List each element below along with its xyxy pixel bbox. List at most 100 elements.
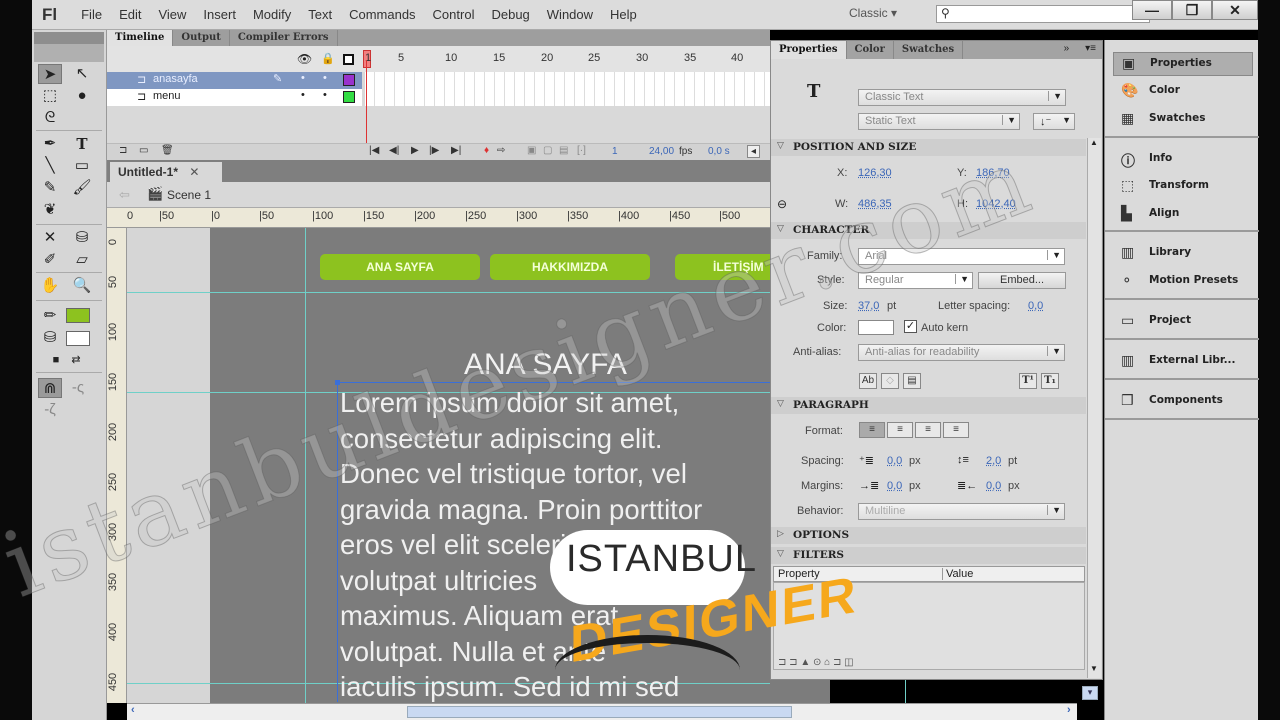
letter-spacing-value[interactable]: 0,0 [1028, 300, 1043, 312]
pencil-tool-icon[interactable]: ✎ [38, 178, 62, 198]
lock-icon[interactable]: 🔒 [321, 52, 335, 65]
section-position-size[interactable]: ▽ POSITION AND SIZE [771, 139, 1086, 156]
text-box-handle[interactable] [335, 380, 340, 385]
layer-frames-anasayfa[interactable] [365, 72, 770, 89]
properties-scrollbar[interactable]: ▲ ▼ [1087, 138, 1101, 678]
menu-view[interactable]: View [158, 7, 186, 22]
filter-toolbar-icons[interactable]: ⊐ ⊐ ▲ ⊙ ⌂ ⊐ ◫ [778, 657, 854, 668]
align-justify-icon[interactable]: ≡ [943, 422, 969, 438]
section-character[interactable]: ▽ CHARACTER [771, 222, 1086, 239]
scroll-left-arrow-icon[interactable]: ‹ [131, 704, 135, 716]
workspace-switcher[interactable]: Classic ▾ [849, 6, 897, 20]
menu-modify[interactable]: Modify [253, 7, 291, 22]
menu-control[interactable]: Control [433, 7, 475, 22]
subselection-tool-icon[interactable]: ↖ [70, 64, 94, 84]
dock-info[interactable]: ⓘ Info [1113, 148, 1253, 172]
selectable-icon[interactable]: Ab [859, 373, 877, 389]
font-family-dropdown[interactable]: Arial ▼ [858, 248, 1065, 265]
restore-button[interactable]: ❐ [1172, 0, 1212, 20]
layer-frames-menu[interactable] [365, 89, 770, 106]
menu-insert[interactable]: Insert [203, 7, 236, 22]
swap-colors-icon[interactable]: ⇄ [64, 350, 88, 370]
menu-commands[interactable]: Commands [349, 7, 415, 22]
antialias-dropdown[interactable]: Anti-alias for readability ▼ [858, 344, 1065, 361]
align-center-icon[interactable]: ≡ [887, 422, 913, 438]
scroll-up-icon[interactable]: ▲ [1090, 138, 1098, 147]
fill-color-swatch[interactable] [66, 331, 90, 346]
lock-proportions-icon[interactable]: ⊖ [777, 197, 787, 211]
menu-help[interactable]: Help [610, 7, 637, 22]
modify-markers-icon[interactable]: [·] [577, 145, 586, 156]
menu-edit[interactable]: Edit [119, 7, 141, 22]
tab-compiler-errors[interactable]: Compiler Errors [230, 30, 338, 46]
align-left-icon[interactable]: ≡ [859, 422, 885, 438]
tab-color[interactable]: Color [847, 41, 894, 59]
first-frame-icon[interactable]: |◀ [369, 145, 379, 156]
scroll-down-icon[interactable]: ▼ [1090, 664, 1098, 673]
scroll-right-arrow-icon[interactable]: › [1067, 704, 1071, 716]
paint-bucket-tool-icon[interactable]: ⛁ [70, 228, 94, 248]
stroke-color-swatch[interactable] [66, 308, 90, 323]
line-spacing-value[interactable]: 2,0 [986, 455, 1001, 467]
dock-transform[interactable]: ⬚ Transform [1113, 175, 1253, 199]
brush-tool-icon[interactable]: 🖌 [70, 178, 94, 198]
dock-align[interactable]: ▙ Align [1113, 203, 1253, 227]
menu-file[interactable]: File [81, 7, 102, 22]
onion-outline-icon[interactable]: ▢ [543, 145, 552, 156]
w-value[interactable]: 486,35 [858, 198, 892, 210]
render-html-icon[interactable]: ◇ [881, 373, 899, 389]
h-value[interactable]: 1042,40 [976, 198, 1016, 210]
nav-button-hakkimizda[interactable]: HAKKIMIZDA [490, 254, 650, 280]
selection-tool-icon[interactable]: ➤ [38, 64, 62, 84]
document-tab[interactable]: Untitled-1* ✕ [110, 162, 222, 182]
deco-tool-icon[interactable]: ❦ [38, 200, 62, 220]
next-frame-icon[interactable]: |▶ [429, 145, 439, 156]
search-input[interactable]: ⚲ [936, 5, 1150, 23]
scroll-left-icon[interactable]: ◂ [747, 145, 761, 158]
dock-external-library[interactable]: ▥ External Libr... [1113, 350, 1253, 374]
align-right-icon[interactable]: ≡ [915, 422, 941, 438]
tab-timeline[interactable]: Timeline [107, 30, 174, 46]
text-color-swatch[interactable] [858, 320, 894, 335]
expand-panel-icon[interactable]: » [1054, 41, 1080, 59]
menu-window[interactable]: Window [547, 7, 593, 22]
eye-icon[interactable]: 👁 [297, 52, 312, 66]
3d-rotation-tool-icon[interactable]: ● [70, 86, 94, 106]
behavior-dropdown[interactable]: Multiline ▼ [858, 503, 1065, 520]
center-frame-icon[interactable]: ♦ [484, 145, 489, 156]
subscript-icon[interactable]: T₁ [1041, 373, 1059, 389]
prev-frame-icon[interactable]: ◀| [389, 145, 399, 156]
auto-kern-checkbox[interactable]: ✓ [904, 320, 917, 333]
guide-line[interactable] [127, 292, 770, 293]
new-folder-icon[interactable]: ▭ [139, 145, 148, 156]
last-frame-icon[interactable]: ▶| [451, 145, 461, 156]
tab-swatches[interactable]: Swatches [894, 41, 964, 59]
text-orientation-dropdown[interactable]: ↓⁻ ▼ [1033, 113, 1075, 130]
tab-output[interactable]: Output [173, 30, 230, 46]
tab-properties[interactable]: Properties [771, 41, 847, 59]
onion-skin-icon[interactable]: ▣ [527, 145, 536, 156]
panel-menu-icon[interactable]: ▾≡ [1079, 41, 1102, 59]
snap-to-objects-icon[interactable]: ⋒ [38, 378, 62, 398]
layer-row-anasayfa[interactable]: ⊐ anasayfa ✎ • • [107, 72, 362, 89]
fps-value[interactable]: 24,00 [649, 146, 674, 157]
hand-tool-icon[interactable]: ✋ [38, 276, 62, 296]
section-paragraph[interactable]: ▽ PARAGRAPH [771, 397, 1086, 414]
dock-library[interactable]: ▥ Library [1113, 242, 1253, 266]
section-options[interactable]: ▷ OPTIONS [771, 527, 1086, 544]
scroll-down-arrow-icon[interactable]: ▾ [1082, 686, 1098, 700]
scene-name[interactable]: Scene 1 [167, 188, 211, 202]
right-margin-value[interactable]: 0,0 [986, 480, 1001, 492]
free-transform-tool-icon[interactable]: ⬚ [38, 86, 62, 106]
layer-row-menu[interactable]: ⊐ menu • • [107, 89, 362, 106]
play-icon[interactable]: ▶ [411, 145, 419, 156]
pen-tool-icon[interactable]: ✒ [38, 134, 62, 154]
dock-project[interactable]: ▭ Project [1113, 310, 1253, 334]
nav-button-ana-sayfa[interactable]: ANA SAYFA [320, 254, 480, 280]
new-layer-icon[interactable]: ⊐ [119, 145, 127, 156]
layer-name[interactable]: anasayfa [153, 73, 198, 85]
lock-dot[interactable]: • [323, 72, 327, 84]
close-button[interactable]: ✕ [1212, 0, 1258, 20]
minimize-button[interactable]: — [1132, 0, 1172, 20]
x-value[interactable]: 126,30 [858, 167, 892, 179]
